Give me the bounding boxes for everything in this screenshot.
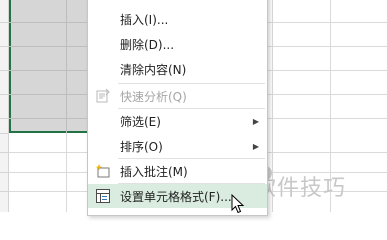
menu-item-label: 清除内容(N) [120, 62, 187, 77]
menu-item-label: 快速分析(Q) [120, 89, 187, 104]
row-header-divider [0, 94, 8, 95]
menu-item-label: 插入(I)... [120, 12, 169, 27]
menu-item-clear-contents[interactable]: 清除内容(N) [88, 57, 267, 81]
menu-item-filter[interactable]: 筛选(E) ▶ [88, 109, 267, 133]
menu-item-insert[interactable]: 插入(I)... [88, 7, 267, 31]
menu-item-label: 插入批注(M) [120, 164, 188, 179]
submenu-arrow-icon: ▶ [252, 116, 259, 126]
quick-analysis-icon [93, 86, 113, 106]
submenu-arrow-icon: ▶ [252, 141, 259, 151]
row-header-divider [0, 22, 8, 23]
row-header-divider [0, 133, 8, 134]
row-header-divider [0, 172, 8, 173]
menu-item-label: 筛选(E) [120, 114, 161, 129]
row-header-divider [0, 46, 8, 47]
format-cells-icon [93, 186, 113, 206]
menu-item-insert-comment[interactable]: 插入批注(M) [88, 159, 267, 183]
menu-item-label: 删除(D)... [120, 37, 175, 52]
row-header-divider [0, 152, 8, 153]
menu-item-label: 设置单元格格式(F)... [120, 189, 232, 204]
menu-item-label: 排序(O) [120, 139, 163, 154]
context-menu: 插入(I)... 删除(D)... 清除内容(N) 快速分析(Q) 筛选(E) … [87, 0, 268, 216]
row-header-divider [0, 191, 8, 192]
row-headers[interactable] [0, 0, 9, 212]
menu-item-quick-analysis: 快速分析(Q) [88, 84, 267, 108]
row-header-divider [0, 70, 8, 71]
selection-cell-divider [66, 0, 67, 133]
row-header-divider [0, 118, 8, 119]
menu-item-delete[interactable]: 删除(D)... [88, 32, 267, 56]
menu-item-sort[interactable]: 排序(O) ▶ [88, 134, 267, 158]
insert-comment-icon [93, 161, 113, 181]
mouse-pointer-icon [231, 194, 245, 214]
